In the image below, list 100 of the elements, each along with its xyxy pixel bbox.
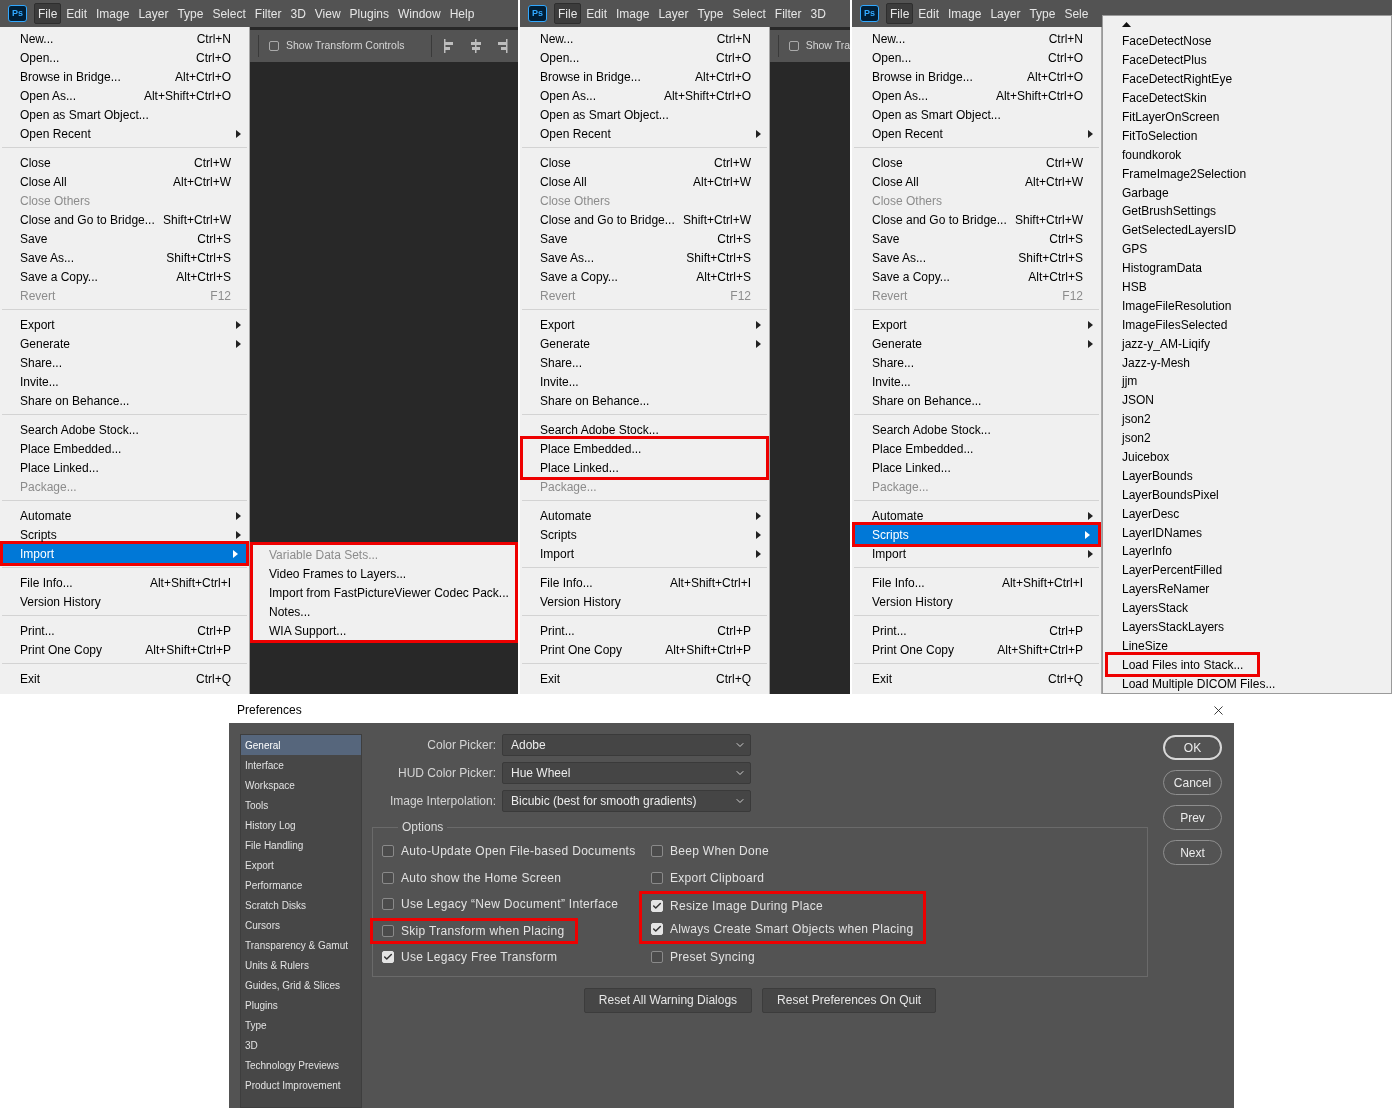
scroll-up-icon[interactable] xyxy=(1122,21,1131,27)
menu-item[interactable]: Scripts xyxy=(855,525,1098,544)
menu-bar-item[interactable]: Edit xyxy=(62,3,92,24)
menu-item[interactable]: Generate xyxy=(852,334,1101,353)
submenu-item[interactable]: LayersReNamer xyxy=(1103,579,1391,599)
menu-bar-item[interactable]: View xyxy=(310,3,345,24)
menu-item[interactable]: Import xyxy=(520,544,769,563)
menu-item[interactable]: Save a Copy... Alt+Ctrl+S xyxy=(852,267,1101,286)
submenu-item[interactable]: Jazz-y-Mesh xyxy=(1103,353,1391,373)
menu-item[interactable]: Search Adobe Stock... xyxy=(852,420,1101,439)
dialog-button[interactable]: OK xyxy=(1163,735,1222,760)
menu-bar-item[interactable]: Sele xyxy=(1060,3,1093,24)
menu-item[interactable]: Invite... xyxy=(520,372,769,391)
checkbox[interactable] xyxy=(382,898,394,911)
sidebar-item[interactable]: Transparency & Gamut xyxy=(241,935,361,955)
sidebar-item[interactable]: General xyxy=(241,735,361,755)
menu-item[interactable]: Open Recent xyxy=(0,124,249,143)
menu-item[interactable]: Open as Smart Object... xyxy=(852,105,1101,124)
dropdown[interactable]: Adobe xyxy=(502,734,751,756)
submenu-item[interactable]: foundkorok xyxy=(1103,145,1391,165)
menu-item[interactable]: Place Linked... xyxy=(852,458,1101,477)
menu-bar-item[interactable]: Edit xyxy=(914,3,944,24)
menu-item[interactable]: Close and Go to Bridge... Shift+Ctrl+W xyxy=(852,210,1101,229)
submenu-item[interactable]: jazz-y_AM-Liqify xyxy=(1103,334,1391,354)
menu-item[interactable]: Invite... xyxy=(852,372,1101,391)
menu-item[interactable]: Place Embedded... xyxy=(852,439,1101,458)
submenu-item[interactable]: json2 xyxy=(1103,409,1391,429)
menu-item[interactable]: Browse in Bridge... Alt+Ctrl+O xyxy=(520,67,769,86)
submenu-item[interactable]: FaceDetectRightEye xyxy=(1103,69,1391,89)
submenu-item[interactable]: HistogramData xyxy=(1103,258,1391,278)
submenu-item[interactable]: LayersStackLayers xyxy=(1103,617,1391,637)
menu-bar-item[interactable]: Image xyxy=(944,3,986,24)
menu-item[interactable]: Save As... Shift+Ctrl+S xyxy=(520,248,769,267)
submenu-item[interactable]: LineSize xyxy=(1103,636,1391,656)
sidebar-item[interactable]: Technology Previews xyxy=(241,1055,361,1075)
sidebar-item[interactable]: Plugins xyxy=(241,995,361,1015)
sidebar-item[interactable]: File Handling xyxy=(241,835,361,855)
menu-bar-item[interactable]: Filter xyxy=(770,3,806,24)
reset-button[interactable]: Reset All Warning Dialogs xyxy=(583,987,753,1013)
menu-item[interactable]: Share on Behance... xyxy=(0,391,249,410)
menu-item[interactable]: Save a Copy... Alt+Ctrl+S xyxy=(0,267,249,286)
menu-item[interactable]: New... Ctrl+N xyxy=(520,29,769,48)
submenu-item[interactable]: LayerPercentFilled xyxy=(1103,560,1391,580)
menu-item[interactable]: Exit Ctrl+Q xyxy=(520,669,769,688)
menu-bar-item[interactable]: Edit xyxy=(582,3,612,24)
submenu-item[interactable]: ImageFileResolution xyxy=(1103,296,1391,316)
submenu-item[interactable]: FitToSelection xyxy=(1103,126,1391,146)
menu-item[interactable]: Version History xyxy=(0,592,249,611)
submenu-item[interactable]: FaceDetectNose xyxy=(1103,32,1391,51)
menu-item[interactable]: Open As... Alt+Shift+Ctrl+O xyxy=(520,86,769,105)
menu-item[interactable]: Save As... Shift+Ctrl+S xyxy=(852,248,1101,267)
menu-item[interactable]: Import xyxy=(3,544,246,563)
menu-item[interactable]: New... Ctrl+N xyxy=(0,29,249,48)
submenu-item[interactable]: GetSelectedLayersID xyxy=(1103,220,1391,240)
submenu-item[interactable]: LayersStack xyxy=(1103,598,1391,618)
submenu-item[interactable]: WIA Support... xyxy=(253,621,515,640)
menu-item[interactable]: Save As... Shift+Ctrl+S xyxy=(0,248,249,267)
menu-item[interactable]: Place Embedded... xyxy=(523,439,766,458)
submenu-item[interactable]: GetBrushSettings xyxy=(1103,202,1391,221)
checkbox[interactable] xyxy=(382,871,394,884)
menu-item[interactable]: Save Ctrl+S xyxy=(520,229,769,248)
menu-item[interactable]: Search Adobe Stock... xyxy=(0,420,249,439)
sidebar-item[interactable]: Workspace xyxy=(241,775,361,795)
checkbox[interactable] xyxy=(382,924,394,937)
menu-item[interactable]: Save Ctrl+S xyxy=(852,229,1101,248)
submenu-item[interactable]: LayerBoundsPixel xyxy=(1103,485,1391,505)
menu-item[interactable]: Close Ctrl+W xyxy=(520,153,769,172)
menu-item[interactable]: Version History xyxy=(852,592,1101,611)
menu-item[interactable]: Open Recent xyxy=(520,124,769,143)
menu-item[interactable]: Close All Alt+Ctrl+W xyxy=(852,172,1101,191)
menu-item[interactable]: Share on Behance... xyxy=(852,391,1101,410)
menu-item[interactable]: Export xyxy=(852,315,1101,334)
sidebar-item[interactable]: Scratch Disks xyxy=(241,895,361,915)
checkbox[interactable] xyxy=(651,871,663,884)
checkbox[interactable] xyxy=(651,845,663,858)
submenu-item[interactable]: JSON xyxy=(1103,390,1391,410)
menu-bar-item[interactable]: Select xyxy=(728,3,770,24)
menu-item[interactable]: Search Adobe Stock... xyxy=(520,420,769,439)
menu-item[interactable]: Open... Ctrl+O xyxy=(852,48,1101,67)
menu-item[interactable]: Close All Alt+Ctrl+W xyxy=(0,172,249,191)
menu-item[interactable]: Share... xyxy=(0,353,249,372)
menu-item[interactable]: Print... Ctrl+P xyxy=(852,621,1101,640)
submenu-item[interactable]: Load Files into Stack... xyxy=(1108,655,1258,675)
sidebar-item[interactable]: Export xyxy=(241,855,361,875)
sidebar-item[interactable]: Type xyxy=(241,1015,361,1035)
sidebar-item[interactable]: Units & Rulers xyxy=(241,955,361,975)
menu-item[interactable]: Place Embedded... xyxy=(0,439,249,458)
menu-item[interactable]: Browse in Bridge... Alt+Ctrl+O xyxy=(852,67,1101,86)
menu-bar-item[interactable]: Type xyxy=(173,3,208,24)
menu-item[interactable]: Exit Ctrl+Q xyxy=(852,669,1101,688)
menu-item[interactable]: Export xyxy=(520,315,769,334)
menu-item[interactable]: Open... Ctrl+O xyxy=(520,48,769,67)
submenu-item[interactable]: ImageFilesSelected xyxy=(1103,315,1391,335)
menu-item[interactable]: Share on Behance... xyxy=(520,391,769,410)
menu-item[interactable]: Close All Alt+Ctrl+W xyxy=(520,172,769,191)
menu-item[interactable]: Open Recent xyxy=(852,124,1101,143)
submenu-item[interactable]: FaceDetectSkin xyxy=(1103,88,1391,108)
menu-item[interactable]: Close Ctrl+W xyxy=(852,153,1101,172)
sidebar-item[interactable]: Performance xyxy=(241,875,361,895)
dropdown[interactable]: Hue Wheel xyxy=(502,762,751,784)
